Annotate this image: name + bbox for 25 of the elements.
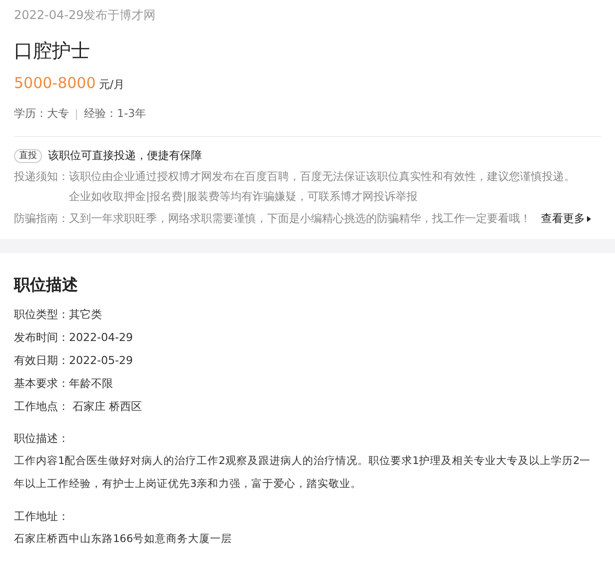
caret-icon: [587, 216, 591, 222]
notice-text: 又到一年求职旺季，网络求职需要谨慎，下面是小编精心挑选的防骗精华，找工作一定要看哦！: [69, 212, 531, 225]
salary: 5000-8000: [14, 74, 96, 92]
job-detail: 发布时间：2022-04-29: [14, 330, 134, 346]
job-requirement: 学历：大专: [14, 106, 69, 122]
notice-label: 防骗指南：: [14, 211, 69, 227]
job-requirement: 经验：1-3年: [84, 106, 146, 122]
post-date: 2022-04-29发布于博才网: [14, 7, 157, 24]
job-title: 口腔护士: [14, 39, 91, 64]
job-detail: 基本要求：年龄不限: [14, 376, 114, 392]
salary-unit: 元/月: [98, 78, 124, 91]
notice-text: 企业如收取押金|报名费|服装费等均有诈骗嫌疑，可联系博才网投诉举报: [69, 190, 418, 203]
job-detail: 职位类型：其它类: [14, 307, 103, 323]
notice-text: 该职位由企业通过授权博才网发布在百度百聘，百度无法保证该职位真实性和有效性，建议您谨慎投递。: [69, 170, 575, 183]
job-detail: 工作地点： 石家庄 桥西区: [14, 399, 143, 415]
job-detail: 有效日期：2022-05-29: [14, 353, 134, 369]
section-heading: 职位描述: [14, 274, 79, 296]
section-label: 工作地址：: [14, 509, 70, 525]
notice-headline: 该职位可直接投递，便捷有保障: [48, 148, 202, 164]
section-text: 工作内容1配合医生做好对病人的治疗工作2观察及跟进病人的治疗情况。职位要求1护理及相关专业大专及以上学历2一年以上工作经验，有护士上岗证优先3亲和力强，富于爱心，踏实敬业。: [14, 454, 592, 492]
tag: 直投: [14, 149, 42, 163]
notice-label: 投递须知：: [14, 169, 69, 185]
section-text: 石家庄桥西中山东路166号如意商务大厦一层: [14, 532, 234, 547]
section-label: 职位描述：: [14, 431, 70, 447]
more-link[interactable]: 查看更多: [541, 209, 591, 229]
